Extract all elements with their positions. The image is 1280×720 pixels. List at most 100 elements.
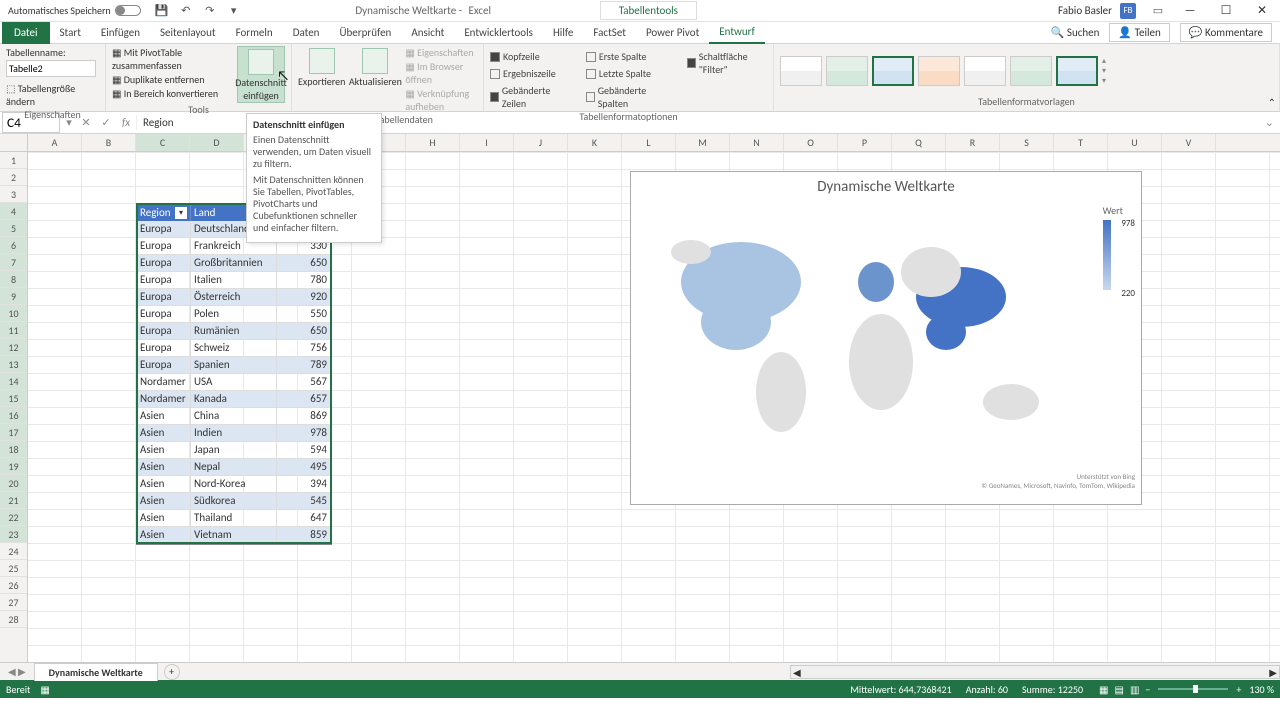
user-account[interactable]: Fabio Basler FB bbox=[1050, 3, 1144, 19]
row-header[interactable]: 16 bbox=[0, 407, 27, 424]
chart-title[interactable]: Dynamische Weltkarte bbox=[631, 172, 1141, 202]
col-header[interactable]: P bbox=[838, 134, 892, 151]
tab-review[interactable]: Überprüfen bbox=[329, 22, 401, 44]
col-header[interactable]: V bbox=[1162, 134, 1216, 151]
row-header[interactable]: 11 bbox=[0, 322, 27, 339]
row-header[interactable]: 24 bbox=[0, 543, 27, 560]
table-row[interactable]: EuropaItalien780 bbox=[137, 272, 331, 289]
row-header[interactable]: 1 bbox=[0, 152, 27, 169]
col-header[interactable]: H bbox=[406, 134, 460, 151]
row-header[interactable]: 22 bbox=[0, 509, 27, 526]
table-row[interactable]: EuropaGroßbritannien650 bbox=[137, 255, 331, 272]
search-icon[interactable]: 🔍 Suchen bbox=[1051, 26, 1100, 39]
horizontal-scrollbar[interactable]: ◀▶ bbox=[790, 665, 1280, 679]
sheet-nav-icon[interactable]: ◀ ▶ bbox=[0, 665, 34, 678]
table-row[interactable]: NordamerKanada657 bbox=[137, 391, 331, 408]
fx-icon[interactable]: fx bbox=[116, 116, 136, 129]
row-header[interactable]: 4 bbox=[0, 203, 27, 220]
resize-table[interactable]: ⬚ Tabellengröße ändern bbox=[6, 82, 99, 108]
autosave-toggle[interactable]: Automatisches Speichern bbox=[0, 4, 149, 17]
tab-formulas[interactable]: Formeln bbox=[226, 22, 283, 44]
col-header[interactable]: O bbox=[784, 134, 838, 151]
insert-slicer-button[interactable]: Datenschnitt einfügen bbox=[237, 46, 285, 103]
remove-dup[interactable]: ▦ Duplikate entfernen bbox=[112, 73, 231, 86]
row-header[interactable]: 21 bbox=[0, 492, 27, 509]
tab-view[interactable]: Ansicht bbox=[401, 22, 454, 44]
col-header[interactable]: J bbox=[514, 134, 568, 151]
table-row[interactable]: EuropaÖsterreich920 bbox=[137, 289, 331, 306]
sheet-tab-active[interactable]: Dynamische Weltkarte bbox=[34, 663, 158, 681]
close-button[interactable]: ✕ bbox=[1244, 0, 1280, 22]
qat-dropdown-icon[interactable]: ▾ bbox=[227, 4, 241, 18]
row-header[interactable]: 8 bbox=[0, 271, 27, 288]
opt-header[interactable]: Kopfzeile bbox=[490, 50, 566, 63]
row-header[interactable]: 25 bbox=[0, 560, 27, 577]
table-row[interactable]: AsienIndien978 bbox=[137, 425, 331, 442]
table-row[interactable]: EuropaRumänien650 bbox=[137, 323, 331, 340]
tab-design[interactable]: Entwurf bbox=[709, 22, 765, 44]
minimize-button[interactable]: — bbox=[1172, 0, 1208, 22]
col-header[interactable]: Q bbox=[892, 134, 946, 151]
table-name-input[interactable] bbox=[6, 60, 96, 77]
col-header-region[interactable]: Region▾ bbox=[137, 204, 191, 221]
table-row[interactable]: EuropaSpanien789 bbox=[137, 357, 331, 374]
table-row[interactable]: AsienChina869 bbox=[137, 408, 331, 425]
table-row[interactable]: AsienNepal495 bbox=[137, 459, 331, 476]
col-header[interactable]: T bbox=[1054, 134, 1108, 151]
row-header[interactable]: 23 bbox=[0, 526, 27, 543]
row-header[interactable]: 10 bbox=[0, 305, 27, 322]
select-all-corner[interactable] bbox=[0, 134, 28, 151]
table-row[interactable]: EuropaPolen550 bbox=[137, 306, 331, 323]
zoom-slider[interactable] bbox=[1158, 688, 1228, 690]
col-header[interactable]: N bbox=[730, 134, 784, 151]
row-header[interactable]: 5 bbox=[0, 220, 27, 237]
add-sheet-button[interactable]: + bbox=[164, 664, 180, 680]
col-header[interactable]: D bbox=[190, 134, 244, 151]
opt-total[interactable]: Ergebniszeile bbox=[490, 67, 566, 80]
row-header[interactable]: 6 bbox=[0, 237, 27, 254]
filter-icon[interactable]: ▾ bbox=[175, 207, 187, 219]
col-header[interactable]: M bbox=[676, 134, 730, 151]
col-header[interactable]: L bbox=[622, 134, 676, 151]
opt-filter[interactable]: Schaltfläche "Filter" bbox=[687, 50, 767, 76]
collapse-ribbon-icon[interactable]: ⌃ bbox=[1268, 96, 1276, 109]
row-header[interactable]: 20 bbox=[0, 475, 27, 492]
tab-start[interactable]: Start bbox=[50, 22, 91, 44]
table-row[interactable]: EuropaSchweiz756 bbox=[137, 340, 331, 357]
col-header[interactable]: C bbox=[136, 134, 190, 151]
row-header[interactable]: 27 bbox=[0, 594, 27, 611]
zoom-level[interactable]: 130 % bbox=[1249, 683, 1274, 696]
table-row[interactable]: NordamerUSA567 bbox=[137, 374, 331, 391]
row-header[interactable]: 14 bbox=[0, 373, 27, 390]
row-header[interactable]: 7 bbox=[0, 254, 27, 271]
data-table[interactable]: Region▾ Land▾ Wert▾ EuropaDeutschland220… bbox=[136, 203, 332, 545]
view-break-icon[interactable]: ▥ bbox=[1130, 683, 1139, 696]
tab-data[interactable]: Daten bbox=[283, 22, 330, 44]
save-icon[interactable]: 💾 bbox=[155, 4, 169, 18]
tab-file[interactable]: Datei bbox=[2, 22, 50, 44]
table-row[interactable]: AsienSüdkorea545 bbox=[137, 493, 331, 510]
tab-help[interactable]: Hilfe bbox=[543, 22, 583, 44]
col-header[interactable]: S bbox=[1000, 134, 1054, 151]
row-header[interactable]: 15 bbox=[0, 390, 27, 407]
expand-formula-icon[interactable]: ⌄ bbox=[1259, 116, 1280, 129]
zoom-out-icon[interactable]: − bbox=[1145, 683, 1150, 696]
opt-banded-rows[interactable]: Gebänderte Zeilen bbox=[490, 84, 566, 110]
tab-developer[interactable]: Entwicklertools bbox=[454, 22, 543, 44]
col-header[interactable]: K bbox=[568, 134, 622, 151]
col-header[interactable]: R bbox=[946, 134, 1000, 151]
view-layout-icon[interactable]: ▤ bbox=[1115, 683, 1124, 696]
row-header[interactable]: 12 bbox=[0, 339, 27, 356]
opt-first-col[interactable]: Erste Spalte bbox=[586, 50, 667, 63]
export-button[interactable]: Exportieren bbox=[298, 46, 345, 88]
table-row[interactable]: AsienJapan594 bbox=[137, 442, 331, 459]
refresh-button[interactable]: Aktualisieren bbox=[351, 46, 399, 88]
table-styles-gallery[interactable]: ▴▾▾ bbox=[780, 46, 1273, 95]
maximize-button[interactable]: ☐ bbox=[1208, 0, 1244, 22]
redo-icon[interactable]: ↷ bbox=[203, 4, 217, 18]
ribbon-mode-icon[interactable]: ▭ bbox=[1144, 4, 1172, 18]
tab-layout[interactable]: Seitenlayout bbox=[150, 22, 226, 44]
summarize-pivot[interactable]: ▦ Mit PivotTable zusammenfassen bbox=[112, 46, 231, 72]
row-header[interactable]: 2 bbox=[0, 169, 27, 186]
undo-icon[interactable]: ↶ bbox=[179, 4, 193, 18]
